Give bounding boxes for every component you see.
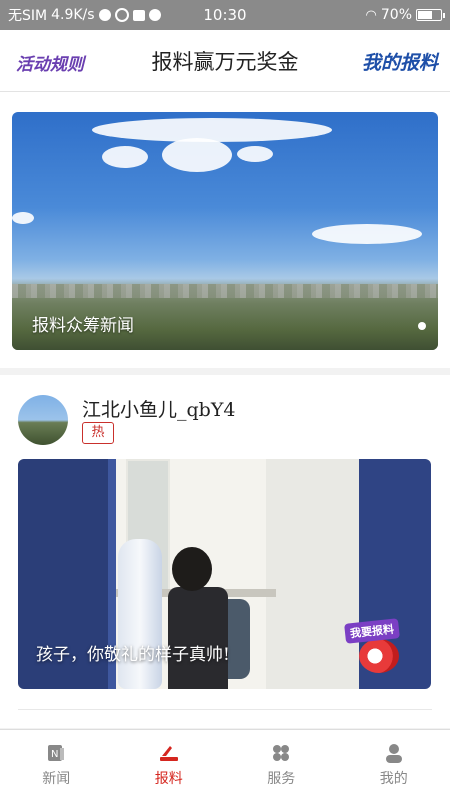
my-reports-link[interactable]: 我的报料 xyxy=(362,48,438,75)
tab-report[interactable]: 报料 xyxy=(113,730,226,800)
post-caption: 孩子，你敬礼的样子真帅! xyxy=(36,645,230,665)
tab-services[interactable]: 服务 xyxy=(225,730,338,800)
services-icon xyxy=(270,742,292,764)
status-bar: 无SIM 4.9K/s 10:30 ◠ 70% xyxy=(0,0,450,30)
svg-text:N: N xyxy=(51,749,58,760)
report-card[interactable]: 江北小鱼儿_qbY4 热 孩子，你敬礼的样子真帅! 我要报料 xyxy=(0,375,450,728)
username[interactable]: 江北小鱼儿_qbY4 xyxy=(82,395,235,422)
battery-icon xyxy=(416,9,445,21)
divider xyxy=(18,709,432,710)
report-icon xyxy=(158,742,180,764)
banner-caption: 报料众筹新闻 xyxy=(32,316,134,336)
page-header: 活动规则 报料赢万元奖金 我的报料 xyxy=(0,30,450,92)
report-sticker[interactable]: 我要报料 xyxy=(343,618,413,675)
hot-badge: 热 xyxy=(82,422,114,444)
sticker-label: 我要报料 xyxy=(344,618,400,644)
news-icon: N xyxy=(45,742,67,764)
tab-label: 服务 xyxy=(267,771,296,787)
tab-profile[interactable]: 我的 xyxy=(338,730,450,800)
avatar[interactable] xyxy=(18,395,68,445)
carousel-dot[interactable] xyxy=(418,322,426,330)
bottom-tab-bar: N 新闻 报料 服务 我的 xyxy=(0,729,450,800)
tab-label: 报料 xyxy=(154,771,183,787)
profile-icon xyxy=(383,742,405,764)
tab-news[interactable]: N 新闻 xyxy=(0,730,113,800)
post-image[interactable]: 孩子，你敬礼的样子真帅! 我要报料 xyxy=(18,459,431,689)
tab-label: 我的 xyxy=(379,771,408,787)
megaphone-icon xyxy=(359,639,399,673)
clock: 10:30 xyxy=(203,6,247,24)
banner-section: 报料众筹新闻 xyxy=(0,92,450,368)
banner-carousel[interactable]: 报料众筹新闻 xyxy=(12,112,438,350)
tab-label: 新闻 xyxy=(42,771,71,787)
